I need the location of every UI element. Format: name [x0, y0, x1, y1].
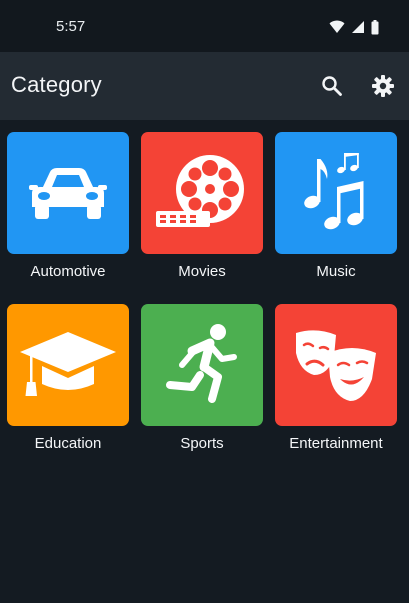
theater-masks-icon [296, 330, 376, 401]
tile-box [275, 304, 397, 426]
tile-box [275, 132, 397, 254]
category-tile-sports[interactable]: Sports [141, 304, 263, 452]
signal-icon [352, 21, 364, 33]
music-notes-icon [304, 153, 364, 230]
category-label: Automotive [30, 263, 106, 280]
settings-button[interactable] [369, 72, 397, 100]
wifi-icon [329, 20, 345, 33]
search-icon [322, 76, 342, 96]
category-label: Movies [178, 263, 226, 280]
car-icon [29, 168, 107, 219]
category-tile-automotive[interactable]: Automotive [7, 132, 129, 280]
tile-box [141, 132, 263, 254]
status-icons [329, 19, 379, 35]
page-title: Category [11, 72, 102, 97]
graduation-cap-icon [20, 332, 116, 396]
category-label: Education [34, 435, 102, 452]
tile-box [7, 304, 129, 426]
tile-box [7, 132, 129, 254]
battery-icon [371, 19, 379, 34]
category-tile-movies[interactable]: Movies [141, 132, 263, 280]
status-time: 5:57 [56, 18, 86, 35]
search-button[interactable] [318, 72, 346, 100]
app-bar: Category [0, 52, 409, 120]
category-tile-education[interactable]: Education [7, 304, 129, 452]
tile-box [141, 304, 263, 426]
status-bar: 5:57 [0, 0, 409, 52]
gear-icon [372, 75, 394, 97]
category-label: Sports [180, 435, 224, 452]
film-reel-icon [156, 155, 244, 227]
category-tile-music[interactable]: Music [275, 132, 397, 280]
category-tile-entertainment[interactable]: Entertainment [275, 304, 397, 452]
running-person-icon [166, 324, 237, 403]
category-label: Music [316, 263, 356, 280]
category-label: Entertainment [289, 435, 383, 452]
